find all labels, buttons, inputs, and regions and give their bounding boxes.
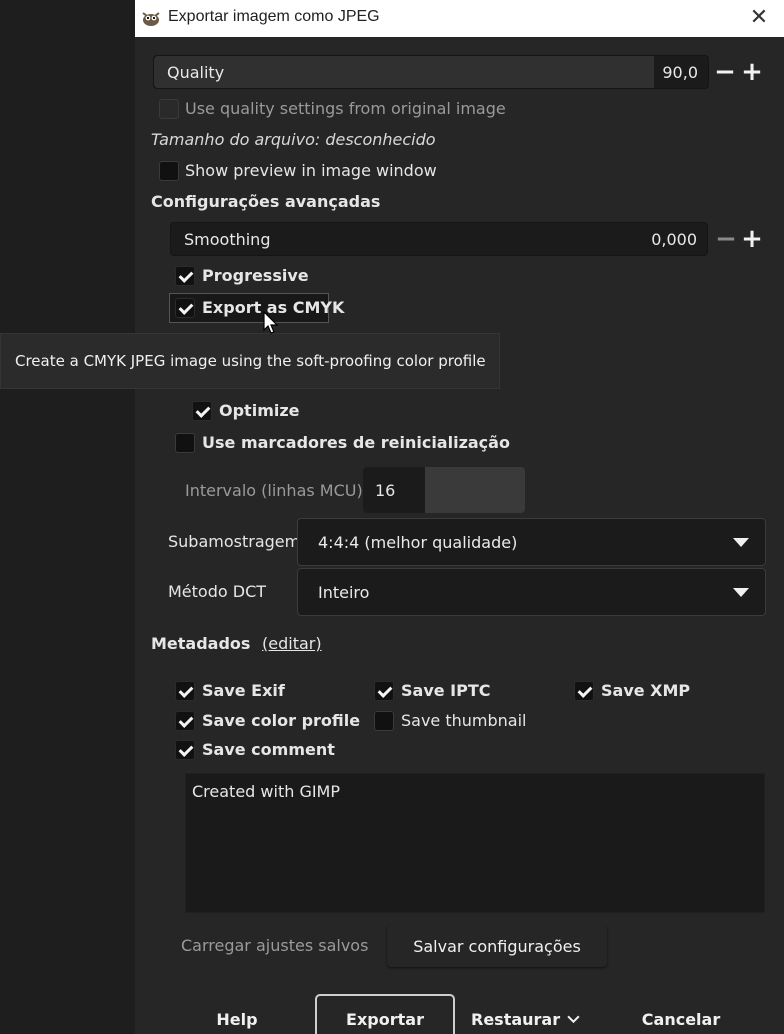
gimp-app-icon — [142, 12, 160, 26]
save-exif-checkbox[interactable] — [175, 681, 195, 701]
file-size-label: Tamanho do arquivo: desconhecido — [151, 130, 436, 149]
window-title: Exportar imagem como JPEG — [168, 8, 380, 25]
metadata-edit-link[interactable]: (editar) — [262, 634, 322, 653]
quality-value[interactable]: 90,0 — [662, 56, 698, 88]
background-area — [0, 0, 135, 1034]
save-comment-label: Save comment — [202, 740, 335, 759]
export-jpeg-dialog: Exportar imagem como JPEG ✕ Quality 90,0… — [135, 0, 784, 1034]
smoothing-minus-icon[interactable]: − — [713, 226, 739, 252]
quality-scale[interactable]: Quality 90,0 — [153, 55, 709, 89]
restart-markers-checkbox[interactable] — [175, 433, 195, 453]
save-color-profile-checkbox[interactable] — [175, 711, 195, 731]
help-button[interactable]: Help — [197, 1000, 277, 1034]
cancel-button[interactable]: Cancelar — [635, 1000, 727, 1034]
reset-button[interactable]: Restaurar — [471, 1000, 581, 1034]
comment-textarea[interactable]: Created with GIMP — [185, 773, 765, 913]
smoothing-plus-icon[interactable]: + — [739, 226, 765, 252]
save-thumbnail-label: Save thumbnail — [401, 711, 527, 730]
reset-label: Restaurar — [471, 1009, 561, 1029]
advanced-heading: Configurações avançadas — [151, 192, 381, 211]
save-xmp-checkbox[interactable] — [574, 681, 594, 701]
save-color-profile-label: Save color profile — [202, 711, 361, 730]
chevron-down-icon — [733, 538, 749, 547]
chevron-down-icon — [733, 588, 749, 597]
close-button[interactable]: ✕ — [746, 5, 772, 31]
dct-dropdown[interactable]: Inteiro — [297, 568, 766, 616]
quality-fill — [154, 56, 654, 88]
subsampling-dropdown[interactable]: 4:4:4 (melhor qualidade) — [297, 518, 766, 566]
use-original-quality-label: Use quality settings from original image — [185, 99, 506, 118]
metadata-heading: Metadados — [151, 634, 251, 653]
dct-value: Inteiro — [318, 582, 370, 602]
smoothing-scale[interactable]: Smoothing 0,000 — [170, 222, 708, 256]
save-exif-label: Save Exif — [202, 681, 285, 700]
save-comment-checkbox[interactable] — [175, 740, 195, 760]
interval-label: Intervalo (linhas MCU): — [185, 481, 369, 500]
show-preview-label: Show preview in image window — [185, 161, 437, 180]
title-bar[interactable]: Exportar imagem como JPEG ✕ — [135, 0, 784, 37]
restart-markers-label: Use marcadores de reinicialização — [202, 433, 510, 452]
save-iptc-label: Save IPTC — [401, 681, 491, 700]
save-xmp-label: Save XMP — [601, 681, 691, 700]
export-button[interactable]: Exportar — [315, 994, 455, 1034]
cmyk-tooltip: Create a CMYK JPEG image using the soft-… — [0, 333, 500, 389]
export-cmyk-checkbox[interactable] — [175, 298, 195, 318]
load-settings-button[interactable]: Carregar ajustes salvos — [181, 936, 368, 955]
chevron-down-icon — [567, 1015, 580, 1024]
optimize-checkbox[interactable] — [192, 401, 212, 421]
save-iptc-checkbox[interactable] — [374, 681, 394, 701]
interval-value: 16 — [375, 481, 396, 500]
quality-label: Quality — [167, 62, 225, 82]
progressive-checkbox[interactable] — [175, 266, 195, 286]
cmyk-tooltip-text: Create a CMYK JPEG image using the soft-… — [15, 352, 486, 370]
optimize-label: Optimize — [219, 401, 300, 420]
progressive-label: Progressive — [202, 266, 309, 285]
dct-label: Método DCT — [168, 582, 267, 601]
comment-text: Created with GIMP — [192, 782, 341, 801]
smoothing-value[interactable]: 0,000 — [651, 223, 697, 255]
mouse-cursor-icon — [263, 311, 279, 334]
interval-spinbox[interactable]: 16 — [363, 467, 525, 513]
save-thumbnail-checkbox[interactable] — [374, 711, 394, 731]
quality-minus-icon[interactable]: − — [712, 59, 738, 85]
smoothing-label: Smoothing — [184, 229, 271, 249]
use-original-quality-checkbox[interactable] — [159, 99, 179, 119]
subsampling-label: Subamostragem — [168, 532, 301, 551]
show-preview-checkbox[interactable] — [159, 161, 179, 181]
quality-plus-icon[interactable]: + — [739, 59, 765, 85]
subsampling-value: 4:4:4 (melhor qualidade) — [318, 532, 518, 552]
save-settings-button[interactable]: Salvar configurações — [387, 925, 607, 967]
